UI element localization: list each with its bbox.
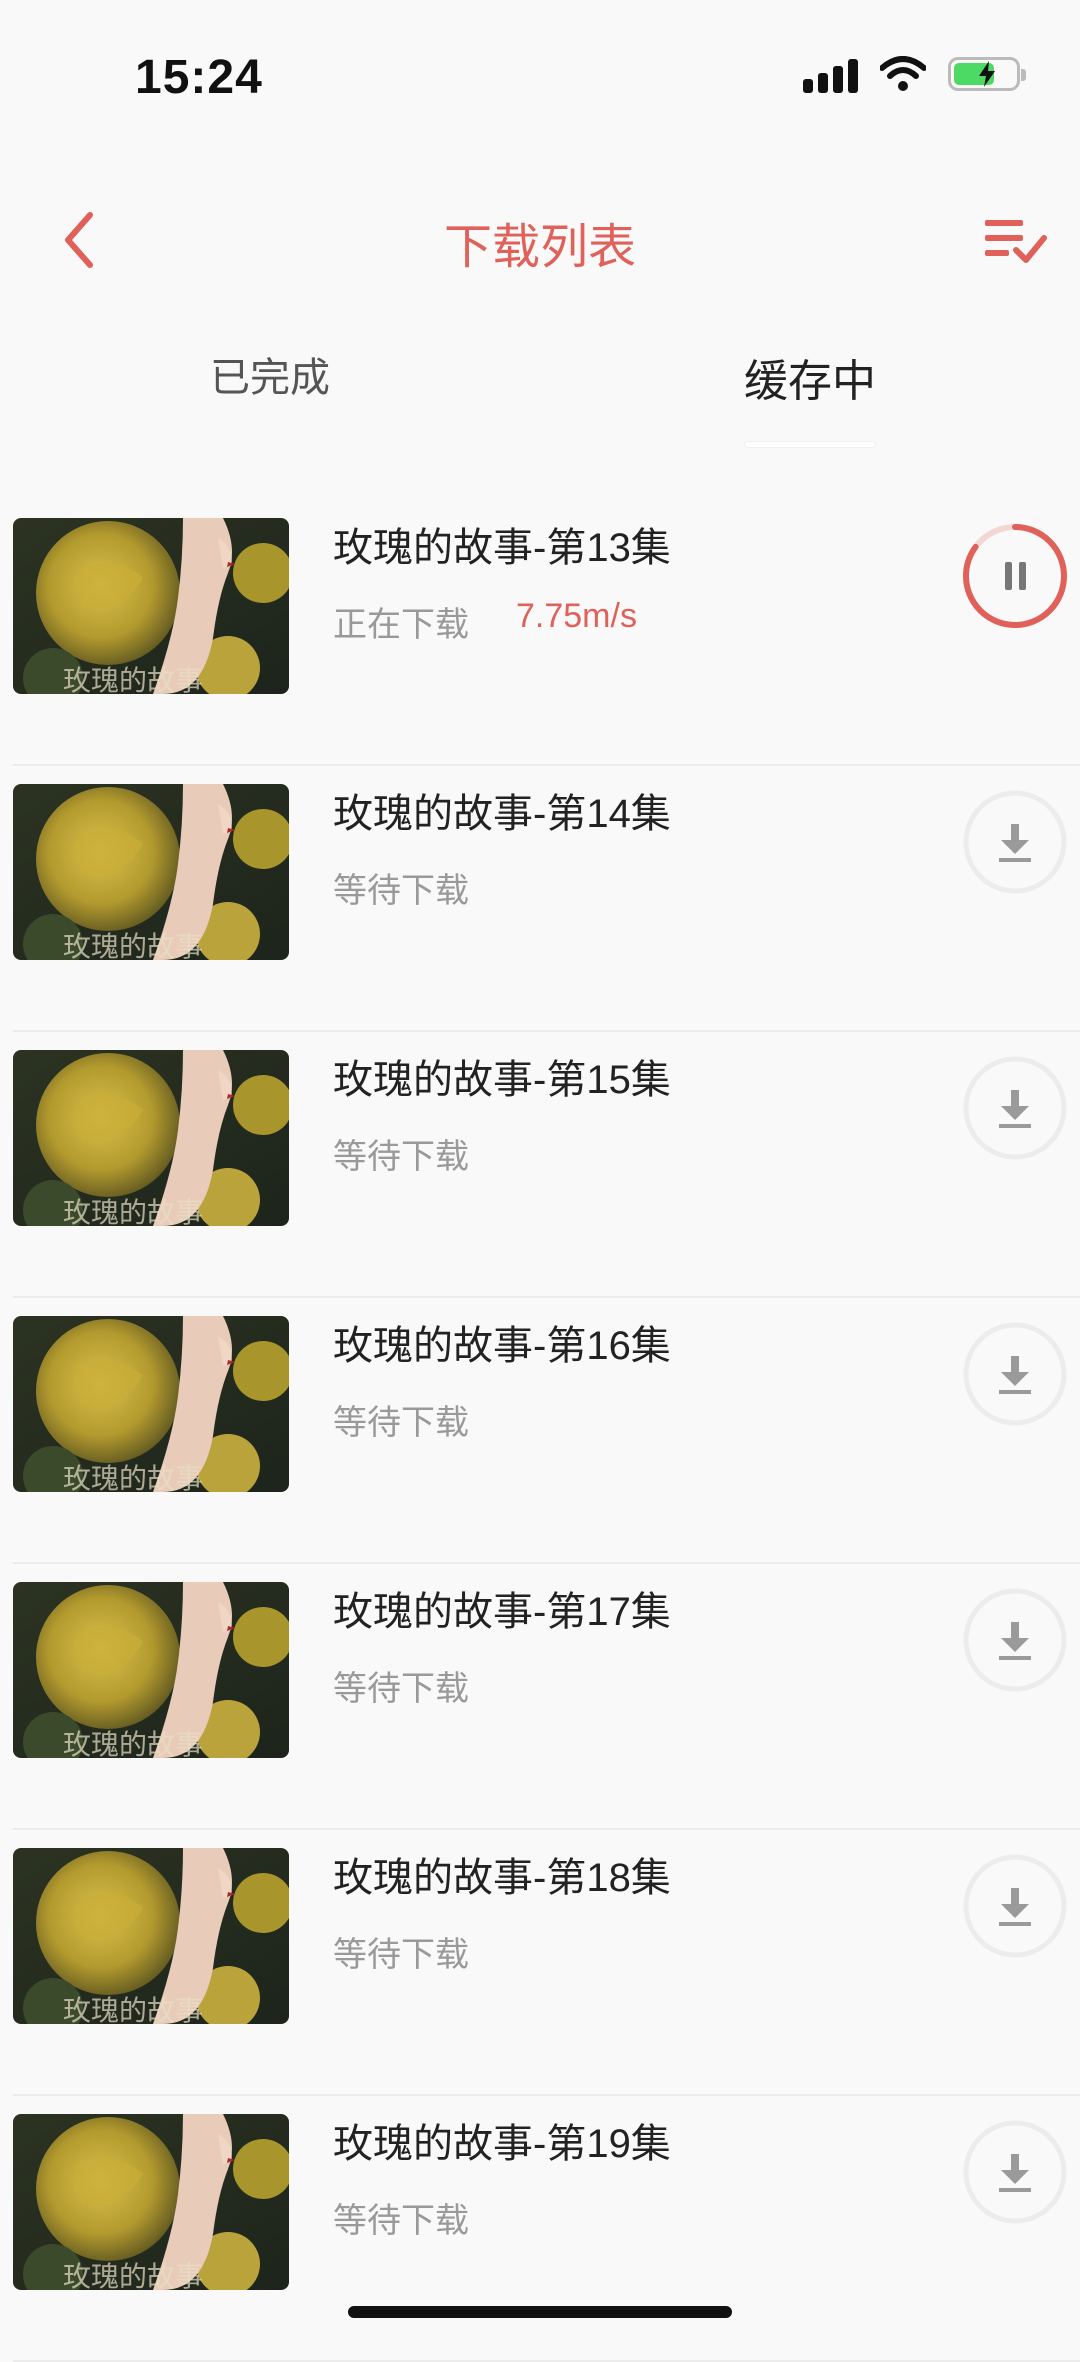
episode-title: 玫瑰的故事-第19集 [333, 2122, 671, 2166]
svg-text:玫瑰的故事: 玫瑰的故事 [63, 1196, 203, 1226]
download-button[interactable] [963, 2120, 1067, 2224]
cellular-signal-icon [803, 55, 858, 93]
svg-text:玫瑰的故事: 玫瑰的故事 [63, 930, 203, 960]
list-check-icon[interactable] [980, 210, 1050, 270]
download-button[interactable] [963, 1854, 1067, 1958]
download-status: 等待下载 [333, 1936, 469, 1974]
status-time: 15:24 [135, 51, 263, 104]
list-item[interactable]: 玫瑰的故事 玫瑰的故事-第15集 等待下载 [13, 1032, 1080, 1298]
download-list: 玫瑰的故事 玫瑰的故事-第13集 正在下载 7.75m/s 玫瑰的故事 玫瑰的故… [0, 500, 1080, 2362]
status-icons [803, 55, 1026, 93]
thumbnail-image: 玫瑰的故事 [13, 784, 289, 960]
thumbnail: 玫瑰的故事 [13, 1316, 289, 1492]
episode-title: 玫瑰的故事-第13集 [333, 526, 671, 570]
thumbnail-image: 玫瑰的故事 [13, 518, 289, 694]
svg-text:玫瑰的故事: 玫瑰的故事 [63, 2260, 203, 2290]
svg-text:玫瑰的故事: 玫瑰的故事 [63, 1462, 203, 1492]
download-button[interactable] [963, 1588, 1067, 1692]
download-status: 等待下载 [333, 1404, 469, 1442]
active-tab-indicator [745, 442, 875, 447]
thumbnail-image: 玫瑰的故事 [13, 1050, 289, 1226]
wifi-icon [880, 56, 926, 91]
episode-title: 玫瑰的故事-第18集 [333, 1856, 671, 1900]
episode-title: 玫瑰的故事-第14集 [333, 792, 671, 836]
thumbnail: 玫瑰的故事 [13, 1848, 289, 2024]
thumbnail-image: 玫瑰的故事 [13, 1582, 289, 1758]
home-indicator [348, 2306, 732, 2318]
status-bar: 15:24 [0, 0, 1080, 160]
battery-icon [948, 57, 1026, 91]
list-item[interactable]: 玫瑰的故事 玫瑰的故事-第17集 等待下载 [13, 1564, 1080, 1830]
episode-title: 玫瑰的故事-第16集 [333, 1324, 671, 1368]
download-button[interactable] [963, 1322, 1067, 1426]
download-speed: 7.75m/s [516, 597, 637, 635]
episode-title: 玫瑰的故事-第15集 [333, 1058, 671, 1102]
download-status: 等待下载 [333, 872, 469, 910]
thumbnail: 玫瑰的故事 [13, 518, 289, 694]
list-item[interactable]: 玫瑰的故事 玫瑰的故事-第16集 等待下载 [13, 1298, 1080, 1564]
thumbnail-image: 玫瑰的故事 [13, 1848, 289, 2024]
list-item[interactable]: 玫瑰的故事 玫瑰的故事-第18集 等待下载 [13, 1830, 1080, 2096]
tab-caching[interactable]: 缓存中 [540, 345, 1080, 409]
pause-button[interactable] [963, 524, 1067, 628]
download-icon [999, 1090, 1031, 1128]
svg-text:玫瑰的故事: 玫瑰的故事 [63, 664, 203, 694]
svg-text:玫瑰的故事: 玫瑰的故事 [63, 1994, 203, 2024]
svg-text:玫瑰的故事: 玫瑰的故事 [63, 1728, 203, 1758]
nav-bar: 下载列表 [0, 185, 1080, 295]
tab-completed[interactable]: 已完成 [0, 345, 540, 403]
download-icon [999, 2154, 1031, 2192]
download-icon [999, 1622, 1031, 1660]
download-icon [999, 1888, 1031, 1926]
download-button[interactable] [963, 790, 1067, 894]
thumbnail: 玫瑰的故事 [13, 784, 289, 960]
download-status: 等待下载 [333, 1670, 469, 1708]
list-item[interactable]: 玫瑰的故事 玫瑰的故事-第14集 等待下载 [13, 766, 1080, 1032]
page-title: 下载列表 [443, 221, 636, 274]
thumbnail: 玫瑰的故事 [13, 1050, 289, 1226]
list-item[interactable]: 玫瑰的故事 玫瑰的故事-第19集 等待下载 [13, 2096, 1080, 2362]
download-status: 等待下载 [333, 1138, 469, 1176]
pause-icon [1005, 562, 1026, 590]
thumbnail: 玫瑰的故事 [13, 2114, 289, 2290]
download-icon [999, 824, 1031, 862]
tab-bar: 已完成 缓存中 [0, 345, 1080, 455]
download-status: 正在下载 [333, 606, 469, 644]
download-status: 等待下载 [333, 2202, 469, 2240]
list-item[interactable]: 玫瑰的故事 玫瑰的故事-第13集 正在下载 7.75m/s [13, 500, 1080, 766]
download-icon [999, 1356, 1031, 1394]
thumbnail: 玫瑰的故事 [13, 1582, 289, 1758]
thumbnail-image: 玫瑰的故事 [13, 1316, 289, 1492]
thumbnail-image: 玫瑰的故事 [13, 2114, 289, 2290]
episode-title: 玫瑰的故事-第17集 [333, 1590, 671, 1634]
download-button[interactable] [963, 1056, 1067, 1160]
